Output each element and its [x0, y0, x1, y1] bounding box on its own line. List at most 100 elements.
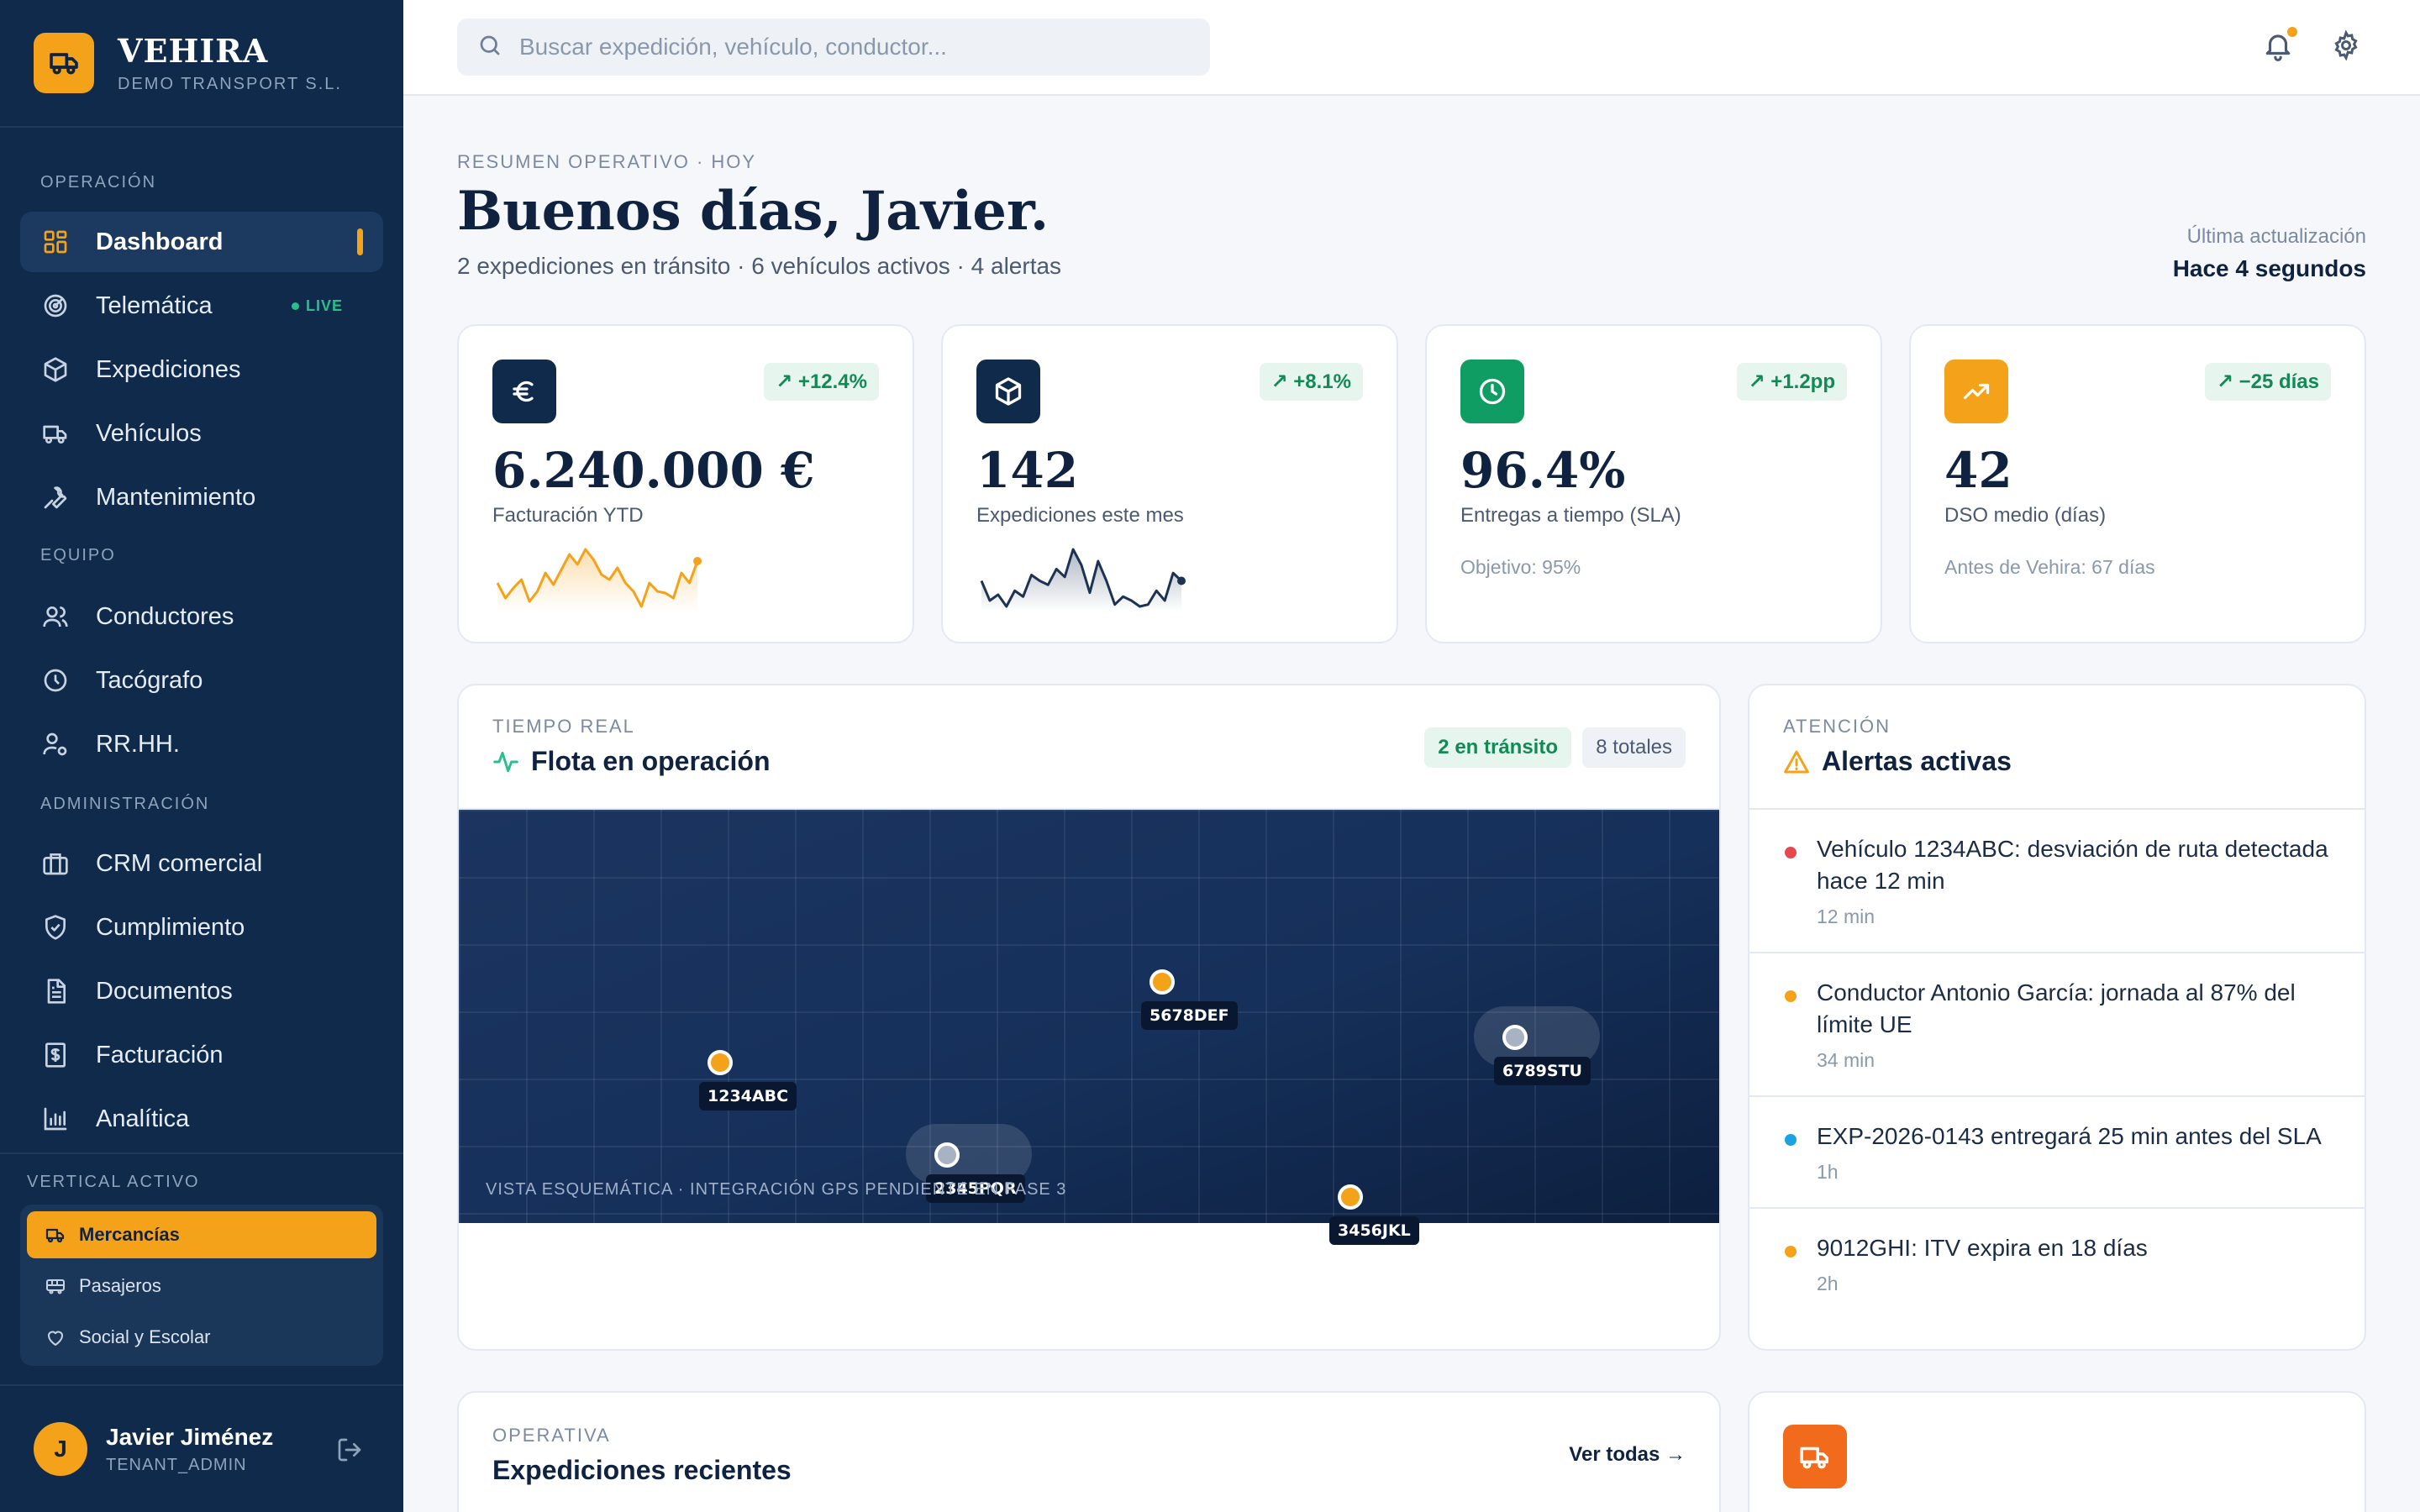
status-dot [1785, 1246, 1797, 1257]
vehicle-plate: 1234ABC [699, 1082, 797, 1110]
vehicle-marker[interactable]: 6789STU [1474, 1006, 1600, 1085]
sidebar-item-documentos[interactable]: Documentos [20, 961, 383, 1021]
sparkline-area [981, 549, 1181, 612]
alert-time: 12 min [1817, 906, 1876, 927]
alert-item[interactable]: EXP-2026-0143 entregará 25 min antes del… [1749, 1097, 2365, 1209]
divider [0, 1152, 403, 1154]
sidebar-item-label: Vehículos [96, 419, 202, 447]
fleet-panel-header: TIEMPO REAL Flota en operación 2 en trán… [459, 685, 1719, 810]
sidebar-item-rrhh[interactable]: RR.HH. [20, 714, 383, 774]
alert-time: 2h [1817, 1273, 1839, 1294]
user-profile: J Javier Jiménez TENANT_ADMIN [0, 1384, 403, 1512]
truck-logo-icon [34, 33, 94, 93]
search-bar[interactable] [457, 18, 1210, 76]
vertical-item-pasajeros[interactable]: Pasajeros [27, 1263, 376, 1310]
alert-item[interactable]: Vehículo 1234ABC: desviación de ruta det… [1749, 810, 2365, 953]
vertical-item-social[interactable]: Social y Escolar [27, 1314, 376, 1361]
sidebar-item-analitica[interactable]: Analítica [20, 1089, 383, 1149]
arrow-up-right-icon: ↗ [1270, 370, 1294, 393]
sidebar-item-label: Documentos [96, 977, 233, 1005]
sidebar-item-mantenimiento[interactable]: Mantenimiento [20, 467, 383, 528]
kpi-note: Antes de Vehira: 67 días [1944, 556, 2155, 578]
sidebar-item-facturacion[interactable]: Facturación [20, 1025, 383, 1085]
kpi-value: 96.4% [1460, 442, 1626, 499]
fleet-map[interactable]: 1234ABC 5678DEF 2345PQR 6789STU 3456JKL … [459, 810, 1719, 1245]
vehicle-marker[interactable]: 3456JKL [1329, 1184, 1419, 1245]
section-eyebrow: ATENCIÓN [1783, 716, 1891, 737]
status-dot [1785, 990, 1797, 1002]
sidebar-item-telematica[interactable]: Telemática LIVE [20, 276, 383, 336]
arrow-up-right-icon: ↗ [1748, 370, 1771, 393]
vehicle-marker[interactable]: 1234ABC [699, 1050, 797, 1110]
alert-item[interactable]: 9012GHI: ITV expira en 18 días 2h [1749, 1209, 2365, 1319]
brand: VEHIRA DEMO TRANSPORT S.L. [0, 0, 403, 128]
fleet-panel: TIEMPO REAL Flota en operación 2 en trán… [457, 684, 1721, 1351]
last-updated-label: Última actualización [2186, 225, 2366, 248]
active-indicator [357, 228, 363, 255]
truck-icon [40, 418, 71, 449]
warning-icon [1783, 748, 1810, 775]
kpi-card-sla[interactable]: ↗ +1.2pp 96.4% Entregas a tiempo (SLA) O… [1425, 324, 1882, 643]
nav-section-operacion: OPERACIÓN [40, 173, 157, 192]
sidebar-item-dashboard[interactable]: Dashboard [20, 212, 383, 272]
brand-subtitle: DEMO TRANSPORT S.L. [118, 75, 342, 93]
recent-expeditions-panel: OPERATIVA Expediciones recientes Ver tod… [457, 1391, 1721, 1512]
search-input[interactable] [519, 34, 1192, 60]
kpi-card-expeditions[interactable]: ↗ +8.1% 142 Expediciones este mes [941, 324, 1398, 643]
logout-icon[interactable] [336, 1436, 363, 1467]
view-all-link[interactable]: Ver todas → [1569, 1443, 1686, 1467]
alert-text: Vehículo 1234ABC: desviación de ruta det… [1817, 836, 2328, 894]
nav-section-equipo: EQUIPO [40, 546, 116, 564]
alerts-panel-header: ATENCIÓN Alertas activas [1749, 685, 2365, 810]
sidebar-item-label: RR.HH. [96, 730, 180, 758]
sidebar-item-crm[interactable]: CRM comercial [20, 833, 383, 894]
delta-value: +1.2pp [1770, 370, 1835, 393]
panel-title: Alertas activas [1822, 746, 2012, 776]
wrench-icon [40, 482, 71, 512]
alert-item[interactable]: Conductor Antonio García: jornada al 87%… [1749, 953, 2365, 1097]
sparkline-endpoint [1177, 576, 1186, 585]
sparkline-chart [980, 548, 1186, 612]
notification-dot [2287, 27, 2297, 37]
vehicle-marker[interactable]: 5678DEF [1141, 969, 1238, 1030]
vehicle-marker[interactable]: 2345PQR [906, 1124, 1032, 1203]
user-role: TENANT_ADMIN [106, 1455, 247, 1474]
briefcase-icon [40, 848, 71, 879]
panel-title: Flota en operación [531, 746, 771, 776]
vehicle-pin [1150, 969, 1175, 995]
vehicle-plate: 5678DEF [1141, 1001, 1238, 1030]
sidebar-item-label: Expediciones [96, 355, 241, 383]
gear-icon[interactable] [2331, 29, 2361, 65]
kpi-card-dso[interactable]: ↗ −25 días 42 DSO medio (días) Antes de … [1909, 324, 2366, 643]
bar-chart-icon [40, 1104, 71, 1134]
avatar[interactable]: J [34, 1422, 87, 1476]
sidebar-item-cumplimiento[interactable]: Cumplimiento [20, 897, 383, 958]
sparkline-chart [496, 548, 702, 612]
shield-check-icon [40, 912, 71, 942]
vertical-item-label: Pasajeros [79, 1275, 161, 1296]
sidebar-item-label: Facturación [96, 1041, 224, 1068]
sidebar-item-label: Analítica [96, 1105, 190, 1132]
delta-value: −25 días [2238, 370, 2319, 393]
transit-chip[interactable]: 2 en tránsito [1424, 727, 1571, 768]
live-badge: LIVE [292, 297, 343, 315]
sidebar-item-tacografo[interactable]: Tacógrafo [20, 650, 383, 711]
vertical-promo-panel [1748, 1391, 2366, 1512]
kpi-card-revenue[interactable]: ↗ +12.4% 6.240.000 € Facturación YTD [457, 324, 914, 643]
arrow-up-right-icon: ↗ [776, 370, 798, 393]
total-chip[interactable]: 8 totales [1582, 727, 1686, 768]
vehicle-pin [1338, 1184, 1363, 1210]
truck-icon [1783, 1425, 1847, 1488]
document-icon [40, 976, 71, 1006]
status-dot [1785, 847, 1797, 858]
bell-icon[interactable] [2262, 27, 2297, 66]
vehicle-pin [1502, 1025, 1528, 1050]
kpi-value: 142 [976, 442, 1079, 499]
last-updated: Última actualización Hace 4 segundos [2173, 225, 2366, 282]
grid-icon [40, 227, 71, 257]
sidebar-item-expediciones[interactable]: Expediciones [20, 339, 383, 400]
vertical-item-mercancias[interactable]: Mercancías [27, 1211, 376, 1258]
delta-badge: ↗ +12.4% [764, 363, 879, 401]
sidebar-item-conductores[interactable]: Conductores [20, 586, 383, 647]
sidebar-item-vehiculos[interactable]: Vehículos [20, 403, 383, 464]
